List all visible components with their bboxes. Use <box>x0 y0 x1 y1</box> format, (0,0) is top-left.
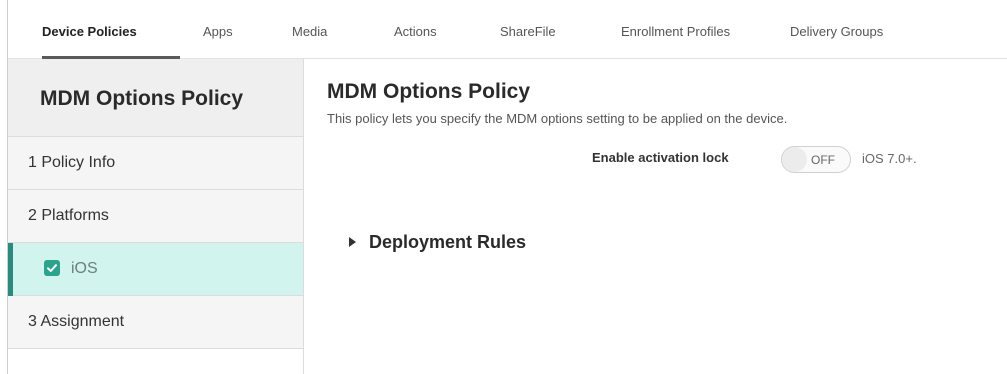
checkbox-checked-icon[interactable] <box>44 260 60 276</box>
activation-lock-toggle[interactable]: OFF <box>781 146 851 173</box>
tab-media[interactable]: Media <box>292 24 327 39</box>
caret-right-icon <box>349 237 356 247</box>
sidebar-item-label: 1 Policy Info <box>28 154 116 171</box>
sidebar-item-label: iOS <box>71 260 98 277</box>
tab-device-policies[interactable]: Device Policies <box>42 24 137 39</box>
activation-lock-label: Enable activation lock <box>592 150 729 165</box>
top-navigation: Device Policies Apps Media Actions Share… <box>8 0 1007 59</box>
sidebar-item-ios[interactable]: iOS <box>8 243 303 296</box>
ios-version-note: iOS 7.0+. <box>862 151 917 166</box>
sidebar-item-label: 2 Platforms <box>28 207 109 224</box>
wizard-sidebar: MDM Options Policy 1 Policy Info 2 Platf… <box>8 59 304 374</box>
tab-actions[interactable]: Actions <box>394 24 437 39</box>
tab-sharefile[interactable]: ShareFile <box>500 24 556 39</box>
sidebar-item-platforms[interactable]: 2 Platforms <box>8 190 303 243</box>
sidebar-item-assignment[interactable]: 3 Assignment <box>8 296 303 349</box>
tab-delivery-groups[interactable]: Delivery Groups <box>790 24 883 39</box>
tab-apps[interactable]: Apps <box>203 24 233 39</box>
toggle-knob <box>782 147 807 172</box>
page-title: MDM Options Policy <box>327 80 531 103</box>
sidebar-header: MDM Options Policy <box>8 59 303 137</box>
page-description: This policy lets you specify the MDM opt… <box>327 111 788 126</box>
deployment-rules-label: Deployment Rules <box>369 232 527 252</box>
sidebar-item-policy-info[interactable]: 1 Policy Info <box>8 137 303 190</box>
toggle-state-label: OFF <box>811 153 835 167</box>
sidebar-title: MDM Options Policy <box>40 87 244 110</box>
sidebar-item-label: 3 Assignment <box>28 313 125 330</box>
selected-marker <box>8 243 13 296</box>
tab-enrollment-profiles[interactable]: Enrollment Profiles <box>621 24 730 39</box>
